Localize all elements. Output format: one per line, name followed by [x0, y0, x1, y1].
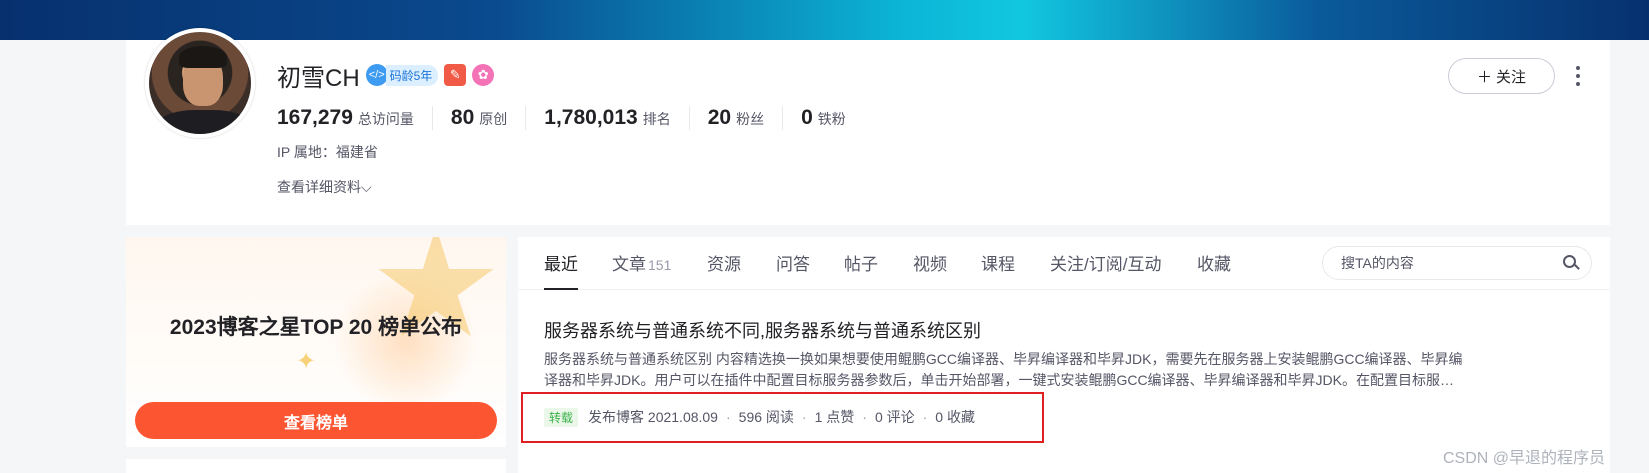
- tab-label: 收藏: [1197, 255, 1231, 274]
- tab-label: 最近: [544, 255, 578, 274]
- article-meta: 转载 发布博客 2021.08.09 · 596 阅读 · 1 点赞 · 0 评…: [544, 407, 975, 427]
- content-tabs: 最近 文章 151 资源 问答 帖子 视频 课程 关注/订阅/互动 收藏: [518, 237, 1610, 290]
- plus-icon: ＋: [1476, 68, 1492, 86]
- code-age-label: 码龄5年: [385, 64, 439, 86]
- meta-separator: ·: [801, 409, 807, 425]
- profile-name: 初雪CH: [277, 64, 360, 92]
- content-panel: 最近 文章151 资源 问答 帖子 视频 课程 关注/订阅/互动 收藏 服: [518, 237, 1610, 473]
- tab-follow-subscribe[interactable]: 关注/订阅/互动: [1050, 250, 1161, 290]
- tab-resources[interactable]: 资源: [707, 250, 741, 290]
- stat-value: 20: [707, 106, 732, 129]
- tab-qa[interactable]: 问答: [776, 250, 810, 290]
- tab-articles[interactable]: 文章 151: [612, 250, 671, 290]
- view-details-label: 查看详细资料: [277, 179, 361, 195]
- publish-date: 发布博客 2021.08.09: [588, 409, 718, 425]
- stat-value: 0: [801, 106, 813, 129]
- profile-name-row: 初雪CH </> 码龄5年 ✎ ✿: [277, 60, 495, 92]
- like-count: 1 点赞: [814, 409, 855, 425]
- stat-visits: 167,279 总访问量: [277, 106, 432, 130]
- avatar-shirt: [157, 110, 251, 134]
- search-box[interactable]: [1322, 246, 1592, 280]
- search-icon[interactable]: [1563, 255, 1580, 271]
- sparkle-icon: ✦: [296, 348, 317, 375]
- promo-glow-decoration: [326, 277, 486, 407]
- tab-label: 资源: [707, 255, 741, 274]
- tab-label: 课程: [981, 255, 1015, 274]
- ip-location: IP 属地：福建省: [277, 144, 378, 160]
- view-ranking-button[interactable]: 查看榜单: [135, 402, 497, 439]
- stat-iron-fans: 0 铁粉: [782, 106, 864, 130]
- promo-title: 2023博客之星TOP 20 榜单公布: [169, 316, 463, 339]
- tab-label: 帖子: [844, 255, 878, 274]
- tab-label: 文章: [612, 255, 646, 274]
- tab-label: 关注/订阅/互动: [1050, 255, 1162, 274]
- repost-tag: 转载: [544, 407, 579, 427]
- stat-label: 总访问量: [357, 111, 414, 127]
- top-banner: [0, 0, 1649, 40]
- stat-label: 排名: [642, 111, 671, 127]
- tab-label: 问答: [776, 255, 810, 274]
- article-title[interactable]: 服务器系统与普通系统不同,服务器系统与普通系统区别: [544, 317, 981, 343]
- code-badge-icon: </>: [365, 64, 388, 86]
- favorite-count: 0 收藏: [935, 409, 975, 425]
- tab-videos[interactable]: 视频: [913, 250, 947, 290]
- tab-posts[interactable]: 帖子: [844, 250, 878, 290]
- follow-button[interactable]: ＋ 关注: [1448, 58, 1555, 94]
- more-options-icon[interactable]: [1570, 62, 1586, 90]
- stat-value: 1,780,013: [544, 106, 638, 129]
- award-medal-icon[interactable]: ✿: [472, 64, 495, 86]
- profile-stats: 167,279 总访问量 80 原创 1,780,013 排名 20 粉丝 0 …: [277, 104, 864, 132]
- stat-label: 铁粉: [817, 111, 846, 127]
- article-summary-line: 服务器系统与普通系统区别 内容精选换一换如果想要使用鲲鹏GCC编译器、毕昇编译器…: [544, 351, 1463, 367]
- sidebar-card: [126, 459, 506, 473]
- stat-label: 原创: [479, 111, 508, 127]
- tab-count: 151: [648, 257, 672, 273]
- watermark: CSDN @早退的程序员: [1443, 450, 1606, 467]
- meta-separator: ·: [725, 409, 731, 425]
- meta-separator: ·: [922, 409, 928, 425]
- view-details-link[interactable]: 查看详细资料⌵: [277, 177, 372, 197]
- stat-rank: 1,780,013 排名: [525, 106, 688, 130]
- stat-fans: 20 粉丝: [688, 106, 782, 130]
- follow-label: 关注: [1496, 68, 1527, 86]
- tab-favorites[interactable]: 收藏: [1197, 250, 1231, 290]
- blog-medal-icon[interactable]: ✎: [444, 64, 467, 86]
- code-age-badge[interactable]: </> 码龄5年: [365, 64, 439, 86]
- comment-count: 0 评论: [874, 409, 915, 425]
- avatar[interactable]: [145, 28, 255, 138]
- stat-original: 80 原创: [431, 106, 525, 130]
- stat-label: 粉丝: [736, 111, 765, 127]
- avatar-hair: [179, 46, 227, 68]
- read-count: 596 阅读: [738, 409, 794, 425]
- tab-recent[interactable]: 最近: [544, 250, 578, 290]
- article-summary-line: 译器和毕昇JDK。用户可以在插件中配置目标服务器参数后，单击开始部署，一键式安装…: [544, 372, 1455, 388]
- stat-value: 167,279: [277, 106, 353, 129]
- chevron-down-icon: ⌵: [361, 179, 372, 195]
- tab-courses[interactable]: 课程: [981, 250, 1015, 290]
- tab-label: 视频: [913, 255, 947, 274]
- search-input[interactable]: [1341, 255, 1563, 271]
- article-summary[interactable]: 服务器系统与普通系统区别 内容精选换一换如果想要使用鲲鹏GCC编译器、毕昇编译器…: [544, 349, 1596, 391]
- stat-value: 80: [450, 106, 475, 129]
- meta-separator: ·: [862, 409, 867, 425]
- promo-card: ✦ 2023博客之星TOP 20 榜单公布 查看榜单: [126, 237, 506, 447]
